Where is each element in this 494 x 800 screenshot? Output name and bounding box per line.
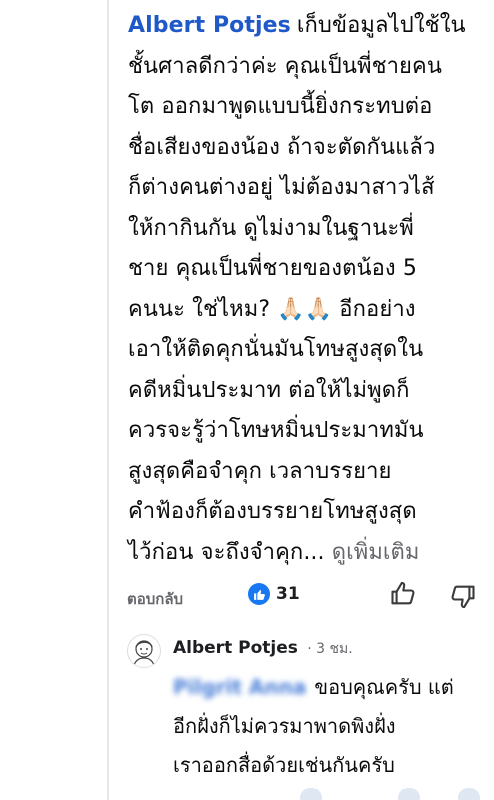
reply-button[interactable]: ตอบกลับ <box>127 587 183 611</box>
reaction-icon <box>300 788 322 800</box>
comment-line: ชั้นศาลดีกว่าค่ะ คุณเป็นพี่ชายคน <box>128 53 442 79</box>
comment-line: ให้กากินกัน ดูไม่งามในฐานะพี่ <box>128 215 414 241</box>
comment-actions: ตอบกลับ 31 <box>127 578 484 610</box>
comment-line: สูงสุดคือจำคุก เวลาบรรยาย <box>128 458 392 484</box>
comment-line: ชาย คุณเป็นพี่ชายของตน้อง 5 <box>128 256 417 281</box>
comment-author[interactable]: Albert Potjes <box>128 13 291 38</box>
reply-body: Pilgrit Anna ขอบคุณครับ แต่ อีกฝั่งก็ไม่ค… <box>173 668 485 785</box>
comment-line: Albert Potjes เก็บข้อมูลไปใช้ใน <box>128 13 466 38</box>
reply-line: Pilgrit Anna ขอบคุณครับ แต่ <box>173 668 485 707</box>
see-more-link[interactable]: ดูเพิ่มเติม <box>332 540 420 565</box>
thumbs-down-icon[interactable] <box>458 788 480 800</box>
reply-author[interactable]: Albert Potjes <box>173 638 298 658</box>
reply-header: Albert Potjes · 3 ชม. <box>173 636 353 661</box>
thread-line <box>107 0 109 800</box>
thumbs-up-icon[interactable] <box>398 788 420 800</box>
reaction-summary[interactable]: 31 <box>248 582 300 606</box>
reply-line: เราออกสื่อด้วยเช่นกันครับ <box>173 753 395 777</box>
comment-line: ชื่อเสียงของน้อง ถ้าจะตัดกันแล้ว <box>128 134 436 160</box>
reply-timestamp[interactable]: · 3 ชม. <box>307 641 352 657</box>
comment-line: เอาให้ติดคุกนั่นมันโทษสูงสุดใน <box>128 337 424 362</box>
like-icon <box>248 583 270 605</box>
mention-tag[interactable]: Pilgrit Anna <box>173 668 306 707</box>
comment-line: ก็ต่างคนต่างอยู่ ไม่ต้องมาสาวไส้ <box>128 175 435 200</box>
comment-line: คำฟ้องก็ต้องบรรยายโทษสูงสุด <box>128 499 417 524</box>
comment-line: ควรจะรู้ว่าโทษหมิ่นประมาทมัน <box>128 418 424 443</box>
comment-line: โต ออกมาพูดแบบนี้ยิ่งกระทบต่อ <box>128 94 433 119</box>
reply-line: อีกฝั่งก็ไม่ควรมาพาดพิงฝั่ง <box>173 714 396 738</box>
comment-line: ไว้ก่อน จะถึงจำคุก... ดูเพิ่มเติม <box>128 539 420 565</box>
comment-line: คดีหมิ่นประมาท ต่อให้ไม่พูดก็ <box>128 377 410 403</box>
comment-line: คนนะ ใช่ไหม? 🙏🏻🙏🏻 อีกอย่าง <box>128 296 416 322</box>
thumbs-up-icon[interactable] <box>389 580 417 608</box>
reaction-count: 31 <box>276 584 300 604</box>
comment-body: Albert Potjes เก็บข้อมูลไปใช้ใน ชั้นศาลดี… <box>128 6 484 573</box>
next-actions-row <box>280 788 485 800</box>
thumbs-down-icon[interactable] <box>449 582 477 610</box>
avatar[interactable] <box>127 634 161 668</box>
